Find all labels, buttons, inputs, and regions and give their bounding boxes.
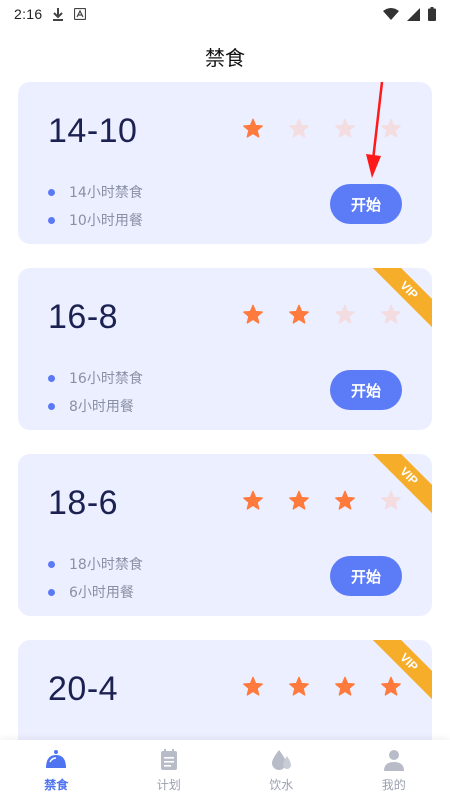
eat-duration-text: 10小时用餐	[69, 213, 143, 229]
eat-duration-text: 6小时用餐	[69, 585, 134, 601]
plan-name: 14-10	[48, 112, 138, 150]
difficulty-stars	[242, 304, 402, 326]
star-filled-icon	[381, 676, 401, 696]
tab-water[interactable]: 饮水	[225, 740, 338, 800]
plan-name: 20-4	[48, 670, 119, 708]
eat-duration-text: 8小时用餐	[69, 399, 134, 415]
start-button[interactable]: 开始	[330, 370, 402, 410]
star-empty-icon	[381, 304, 401, 324]
star-filled-icon	[243, 490, 263, 510]
star-filled-icon	[289, 490, 309, 510]
star-empty-icon	[335, 304, 355, 324]
start-button[interactable]: 开始	[330, 184, 402, 224]
star-filled-icon	[243, 304, 263, 324]
fast-duration-text: 16小时禁食	[69, 371, 143, 387]
plan-card: VIP 18-6 18小时禁食 6小时用餐 开始	[18, 454, 432, 616]
download-icon	[53, 8, 64, 21]
fast-duration: 14小时禁食	[48, 178, 143, 206]
eat-duration: 10小时用餐	[48, 206, 143, 234]
start-button[interactable]: 开始	[330, 556, 402, 596]
notification-a-icon	[74, 8, 87, 20]
star-filled-icon	[289, 676, 309, 696]
plan-card: VIP 16-8 16小时禁食 8小时用餐 开始	[18, 268, 432, 430]
tab-fasting[interactable]: 禁食	[0, 740, 113, 800]
battery-icon	[428, 7, 436, 21]
difficulty-stars	[242, 490, 402, 512]
star-filled-icon	[335, 676, 355, 696]
plan-name: 16-8	[48, 298, 119, 336]
profile-icon	[383, 749, 404, 771]
bullet-dot	[48, 402, 55, 410]
tab-label: 饮水	[269, 777, 294, 792]
star-filled-icon	[243, 118, 263, 138]
star-empty-icon	[335, 118, 355, 138]
plan-icon	[160, 748, 177, 770]
water-drop-icon	[272, 749, 292, 770]
star-empty-icon	[381, 490, 401, 510]
signal-icon	[407, 7, 420, 21]
bullet-dot	[48, 560, 55, 568]
fast-duration-text: 14小时禁食	[69, 185, 143, 201]
bottom-tab-bar: 禁食 计划 饮水 我的	[0, 740, 450, 800]
bullet-dot	[48, 216, 55, 224]
fast-duration: 18小时禁食	[48, 550, 143, 578]
status-time: 2:16	[14, 6, 43, 22]
tab-profile[interactable]: 我的	[338, 740, 450, 800]
bullet-dot	[48, 374, 55, 382]
star-filled-icon	[289, 304, 309, 324]
bullet-dot	[48, 588, 55, 596]
tab-plan[interactable]: 计划	[113, 740, 226, 800]
wifi-icon	[383, 8, 399, 20]
star-empty-icon	[289, 118, 309, 138]
bullet-dot	[48, 188, 55, 196]
tab-label: 计划	[156, 777, 181, 792]
page-title: 禁食	[205, 46, 245, 70]
tab-label: 禁食	[44, 777, 69, 792]
plan-name: 18-6	[48, 484, 119, 522]
fast-duration: 16小时禁食	[48, 364, 143, 392]
star-filled-icon	[335, 490, 355, 510]
status-bar: 2:16	[0, 0, 450, 28]
fast-duration-text: 18小时禁食	[69, 557, 143, 573]
eat-duration: 8小时用餐	[48, 392, 143, 420]
tab-label: 我的	[381, 777, 406, 792]
eat-duration: 6小时用餐	[48, 578, 143, 606]
annotation-arrow-icon	[366, 81, 384, 178]
star-filled-icon	[243, 676, 263, 696]
difficulty-stars	[242, 676, 402, 698]
fasting-icon	[46, 749, 67, 768]
